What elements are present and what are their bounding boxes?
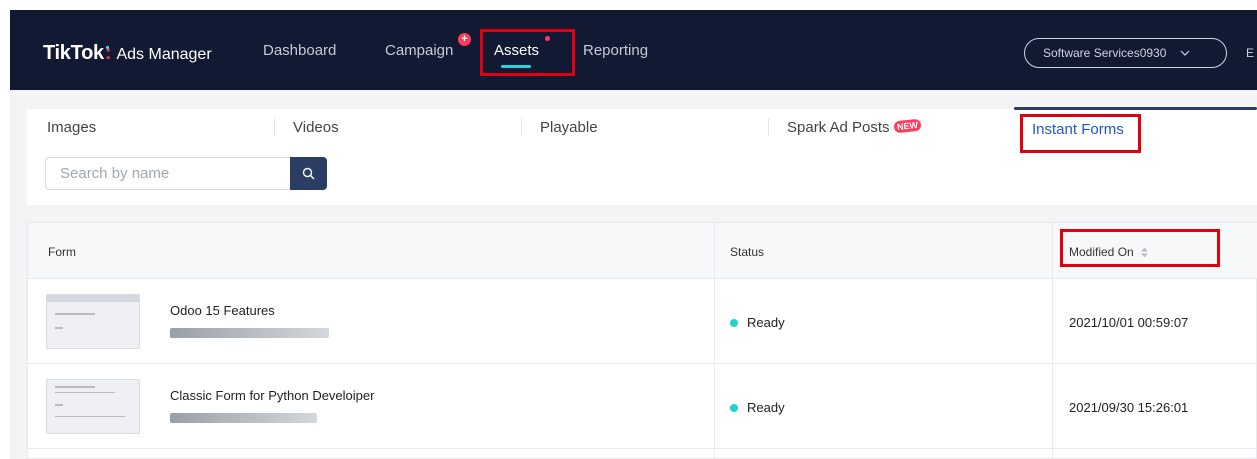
user-menu-truncated[interactable]: E [1246, 46, 1254, 60]
search-button[interactable] [290, 157, 327, 190]
form-thumbnail[interactable] [46, 379, 140, 434]
form-id-redacted [170, 328, 329, 338]
status-text: Ready [747, 400, 785, 415]
tiktok-ads-manager-logo[interactable]: TikTok : Ads Manager [43, 42, 212, 66]
nav-campaign[interactable]: Campaign [385, 42, 453, 59]
column-header-modified-on[interactable]: Modified On [1069, 245, 1149, 259]
nav-active-underline [501, 65, 531, 68]
status-ready-dot-icon [730, 403, 738, 412]
nav-dashboard[interactable]: Dashboard [263, 42, 336, 59]
tab-playable[interactable]: Playable [540, 119, 598, 136]
status-badge: Ready [730, 400, 785, 415]
tab-spark-ad-posts-label: Spark Ad Posts [787, 119, 890, 136]
form-name[interactable]: Classic Form for Python Develoiper [170, 388, 374, 403]
nav-reporting[interactable]: Reporting [583, 42, 648, 59]
forms-table: Form Status Modified On Odoo 15 Features… [27, 222, 1257, 459]
modified-on: 2021/10/01 00:59:07 [1069, 315, 1189, 330]
sort-icon[interactable] [1140, 247, 1149, 258]
table-row[interactable]: Odoo 15 Features Ready 2021/10/01 00:59:… [28, 279, 1257, 364]
status-badge: Ready [730, 315, 785, 330]
table-row[interactable]: Classic Form for Python Develoiper Ready… [28, 364, 1257, 449]
form-id-redacted [170, 413, 317, 423]
chevron-down-icon [1180, 48, 1190, 59]
top-navigation-bar: TikTok : Ads Manager Dashboard Campaign … [10, 10, 1257, 90]
tab-active-indicator [1014, 107, 1257, 110]
assets-notification-dot-icon [545, 36, 550, 41]
form-thumbnail[interactable] [46, 294, 140, 349]
table-header: Form Status Modified On [28, 223, 1257, 279]
asset-tabs-panel: Images Videos Playable Spark Ad Posts NEW… [27, 107, 1257, 205]
tab-spark-ad-posts[interactable]: Spark Ad Posts NEW [787, 118, 922, 136]
account-name: Software Services0930 [1043, 46, 1167, 60]
search-bar [45, 157, 327, 190]
tab-instant-forms[interactable]: Instant Forms [1032, 121, 1124, 138]
tab-divider [274, 118, 275, 136]
campaign-plus-badge-icon: + [458, 33, 471, 46]
column-header-form: Form [48, 245, 76, 259]
tab-divider [521, 118, 522, 136]
tab-videos[interactable]: Videos [293, 119, 339, 136]
app-frame: TikTok : Ads Manager Dashboard Campaign … [10, 10, 1257, 459]
form-name[interactable]: Odoo 15 Features [170, 303, 275, 318]
tab-divider [768, 118, 769, 136]
column-header-modified-on-label: Modified On [1069, 245, 1134, 259]
search-icon [302, 167, 315, 180]
search-input[interactable] [45, 157, 290, 190]
tab-images[interactable]: Images [47, 119, 96, 136]
nav-assets[interactable]: Assets [494, 42, 539, 59]
logo-sub: Ads Manager [116, 46, 212, 63]
column-header-status: Status [730, 245, 765, 259]
logo-colon-icon: : [104, 42, 112, 64]
account-selector[interactable]: Software Services0930 [1024, 38, 1227, 68]
status-ready-dot-icon [730, 318, 738, 327]
new-badge: NEW [893, 118, 922, 134]
modified-on: 2021/09/30 15:26:01 [1069, 400, 1189, 415]
status-text: Ready [747, 315, 785, 330]
logo-brand: TikTok [43, 42, 104, 64]
